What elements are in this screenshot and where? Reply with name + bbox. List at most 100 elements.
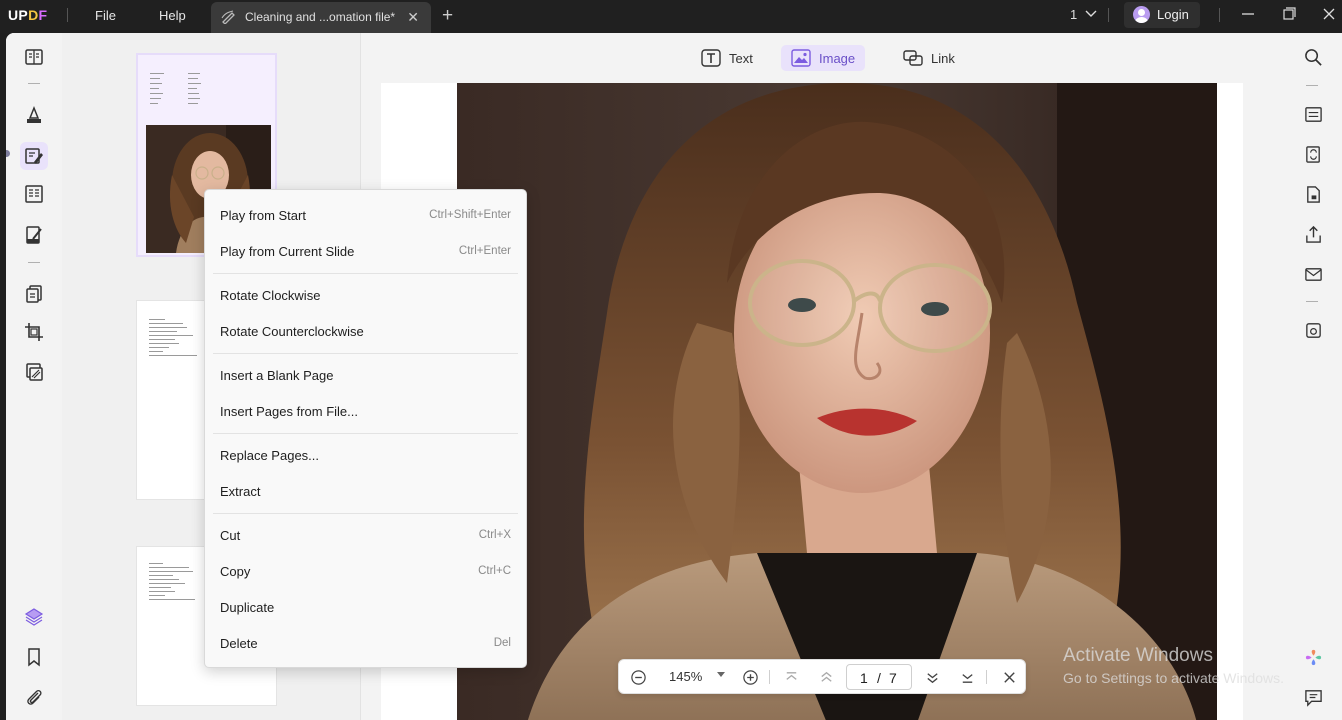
restore-icon[interactable] — [1278, 5, 1300, 23]
updf-logo[interactable]: UPDF — [8, 7, 47, 23]
menu-item-replace-pages[interactable]: Replace Pages... — [205, 438, 526, 474]
convert-icon[interactable] — [1300, 141, 1326, 167]
thumb-text-line — [188, 83, 201, 84]
link-icon — [903, 50, 923, 66]
thumb-text-line — [149, 355, 197, 356]
search-icon[interactable] — [1300, 44, 1326, 70]
link-label: Link — [931, 50, 955, 66]
previous-page-icon[interactable] — [815, 666, 837, 688]
ai-assistant-icon[interactable] — [1300, 644, 1326, 670]
last-page-icon[interactable] — [956, 666, 978, 688]
document-tab[interactable]: Cleaning and ...omation file* ✕ — [211, 2, 431, 33]
close-window-icon[interactable] — [1318, 5, 1340, 23]
zoom-divider — [986, 670, 987, 684]
add-link-button[interactable]: Link — [893, 45, 965, 71]
menu-file[interactable]: File — [95, 8, 116, 23]
menu-item-insert-blank-page[interactable]: Insert a Blank Page — [205, 358, 526, 394]
menu-item-insert-pages-from-file[interactable]: Insert Pages from File... — [205, 394, 526, 430]
menu-separator — [213, 433, 518, 434]
reader-mode-icon[interactable] — [20, 43, 48, 71]
add-text-button[interactable]: Text — [691, 45, 763, 71]
thumb-text-line — [149, 335, 193, 336]
menu-item-rotate-clockwise[interactable]: Rotate Clockwise — [205, 278, 526, 314]
thumb-text-line — [150, 78, 160, 79]
page-image[interactable] — [457, 83, 1217, 720]
thumb-text-line — [150, 103, 158, 104]
bookmark-icon[interactable] — [20, 643, 48, 671]
page-number-input[interactable]: 1 / 7 — [846, 664, 912, 690]
protect-icon[interactable] — [1300, 181, 1326, 207]
redact-icon[interactable] — [20, 358, 48, 386]
page-context-menu: Play from Start Ctrl+Shift+Enter Play fr… — [204, 189, 527, 668]
menu-item-play-from-start[interactable]: Play from Start Ctrl+Shift+Enter — [205, 198, 526, 234]
zoom-dropdown-icon[interactable] — [717, 672, 725, 677]
thumb-text-line — [149, 319, 165, 320]
ocr-icon[interactable] — [1300, 101, 1326, 127]
tab-title: Cleaning and ...omation file* — [245, 10, 396, 24]
crop-pages-icon[interactable] — [20, 318, 48, 346]
save-icon[interactable] — [1300, 317, 1326, 343]
menu-item-rotate-counterclockwise[interactable]: Rotate Counterclockwise — [205, 314, 526, 350]
thumb-text-line — [149, 327, 187, 328]
menu-item-delete[interactable]: Delete Del — [205, 626, 526, 662]
current-page: 1 — [860, 670, 868, 686]
title-divider — [1219, 8, 1220, 22]
total-pages: 7 — [889, 670, 897, 686]
title-divider — [1108, 8, 1109, 22]
thumb-text-line — [149, 571, 193, 572]
text-icon — [701, 49, 721, 67]
zoom-level[interactable]: 145% — [669, 669, 702, 684]
new-tab-icon[interactable]: + — [442, 5, 453, 27]
close-icon[interactable] — [998, 666, 1020, 688]
rail-divider — [1306, 85, 1318, 86]
title-bar: UPDF File Help Cleaning and ...omation f… — [0, 0, 1342, 33]
rail-divider — [28, 83, 40, 84]
share-icon[interactable] — [1300, 221, 1326, 247]
chevron-down-icon[interactable] — [1084, 6, 1098, 20]
page-view-icon[interactable] — [20, 180, 48, 208]
avatar-icon — [1133, 6, 1150, 23]
add-image-button[interactable]: Image — [781, 45, 866, 71]
first-page-icon[interactable] — [780, 666, 802, 688]
thumb-text-line — [149, 583, 185, 584]
zoom-in-icon[interactable] — [739, 666, 761, 688]
comments-panel-icon[interactable] — [1300, 684, 1326, 710]
menu-item-play-from-current-slide[interactable]: Play from Current Slide Ctrl+Enter — [205, 234, 526, 270]
thumb-text-line — [149, 343, 179, 344]
menu-item-duplicate[interactable]: Duplicate — [205, 590, 526, 626]
thumb-text-line — [149, 351, 163, 352]
thumb-text-line — [149, 595, 165, 596]
comment-mode-icon[interactable] — [20, 101, 48, 129]
menu-item-cut[interactable]: Cut Ctrl+X — [205, 518, 526, 554]
login-button[interactable]: Login — [1124, 2, 1200, 28]
close-tab-icon[interactable]: ✕ — [407, 9, 419, 26]
activation-watermark-title: Activate Windows — [1063, 645, 1213, 666]
next-page-icon[interactable] — [921, 666, 943, 688]
minimize-icon[interactable] — [1237, 5, 1259, 23]
menu-item-copy[interactable]: Copy Ctrl+C — [205, 554, 526, 590]
edit-mode-icon — [221, 10, 235, 24]
fill-sign-icon[interactable] — [20, 221, 48, 249]
title-divider — [67, 8, 68, 22]
edit-mode-icon[interactable] — [20, 142, 48, 170]
thumb-text-line — [150, 83, 162, 84]
organize-pages-icon[interactable] — [20, 280, 48, 308]
menu-separator — [213, 513, 518, 514]
thumb-text-line — [149, 599, 195, 600]
thumb-text-line — [149, 591, 175, 592]
menu-item-extract[interactable]: Extract — [205, 474, 526, 510]
email-icon[interactable] — [1300, 261, 1326, 287]
menu-separator — [213, 273, 518, 274]
image-label: Image — [819, 50, 856, 66]
attachment-icon[interactable] — [20, 683, 48, 711]
menu-help[interactable]: Help — [159, 8, 186, 23]
layers-icon[interactable] — [20, 603, 48, 631]
zoom-divider — [769, 670, 770, 684]
rail-indicator — [6, 150, 10, 157]
thumb-text-line — [150, 98, 161, 99]
window-count[interactable]: 1 — [1070, 7, 1077, 22]
zoom-out-icon[interactable] — [627, 666, 649, 688]
zoom-page-bar: 145% 1 / 7 — [618, 659, 1026, 694]
portrait-photo — [457, 83, 1217, 720]
thumb-text-line — [149, 331, 177, 332]
